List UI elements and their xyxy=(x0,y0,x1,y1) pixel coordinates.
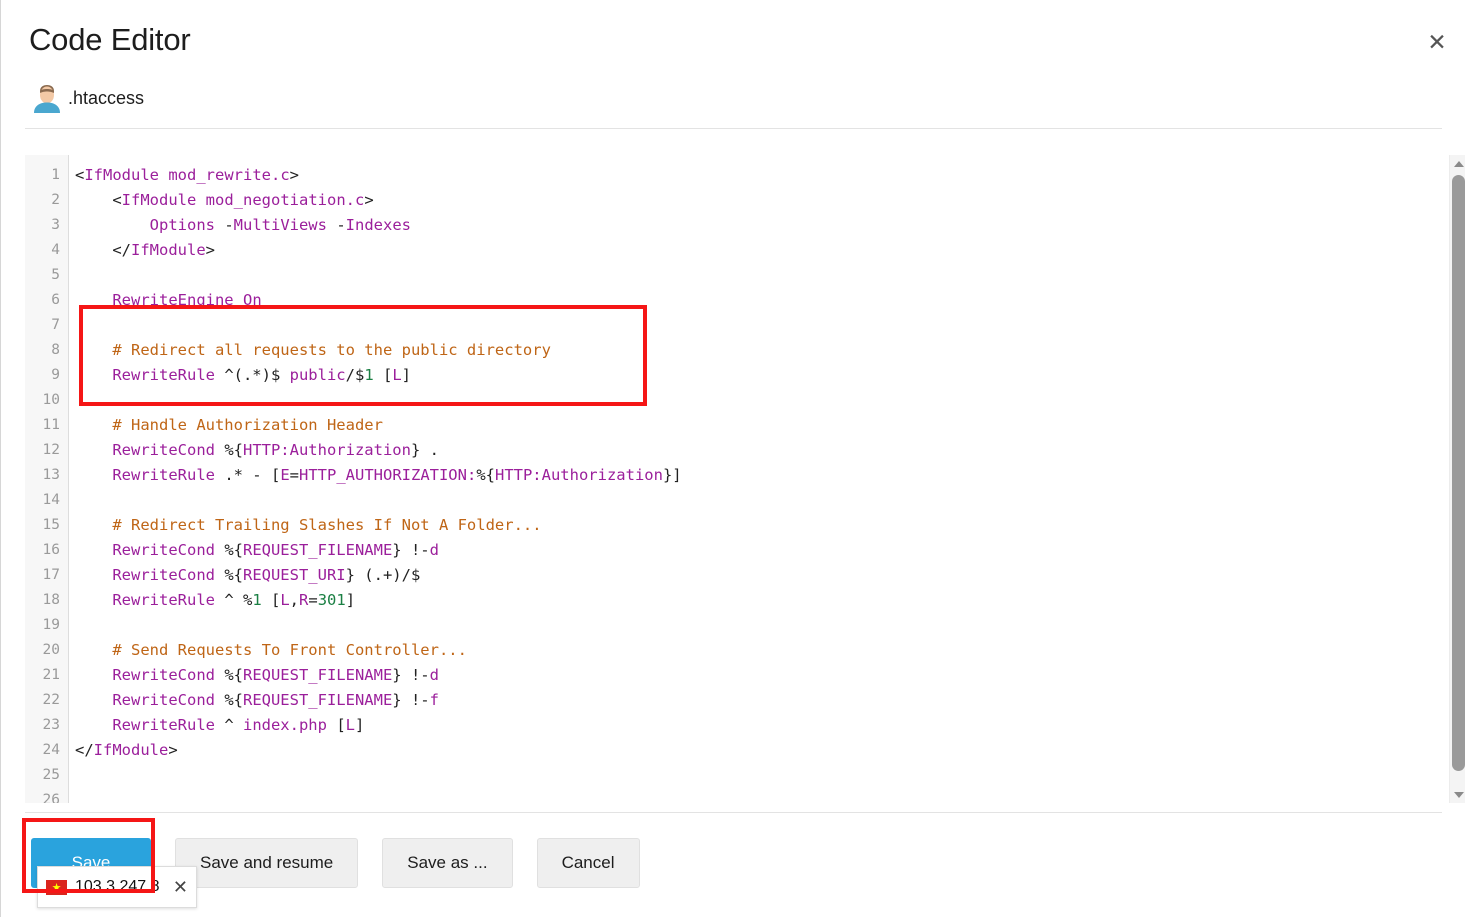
cancel-button[interactable]: Cancel xyxy=(537,838,640,888)
line-number-gutter: 1234567891011121314151617181920212223242… xyxy=(25,155,69,803)
line-number: 1 xyxy=(25,163,68,188)
line-number: 17 xyxy=(25,563,68,588)
line-number: 21 xyxy=(25,663,68,688)
line-number: 25 xyxy=(25,763,68,788)
line-number: 23 xyxy=(25,713,68,738)
line-number: 14 xyxy=(25,488,68,513)
code-line: <IfModule mod_negotiation.c> xyxy=(75,188,1445,213)
line-number: 3 xyxy=(25,213,68,238)
code-line xyxy=(75,763,1445,788)
line-number: 24 xyxy=(25,738,68,763)
line-number: 12 xyxy=(25,438,68,463)
footer-divider xyxy=(25,812,1442,813)
line-number: 18 xyxy=(25,588,68,613)
code-line: # Handle Authorization Header xyxy=(75,413,1445,438)
close-icon[interactable]: ✕ xyxy=(1420,26,1454,60)
code-line: RewriteRule ^ %1 [L,R=301] xyxy=(75,588,1445,613)
code-line: RewriteCond %{REQUEST_FILENAME} !-f xyxy=(75,688,1445,713)
line-number: 16 xyxy=(25,538,68,563)
line-number: 26 xyxy=(25,788,68,803)
code-line: RewriteRule ^ index.php [L] xyxy=(75,713,1445,738)
page-title: Code Editor xyxy=(29,22,191,58)
save-as-button[interactable]: Save as ... xyxy=(382,838,512,888)
code-line: RewriteRule ^(.*)$ public/$1 [L] xyxy=(75,363,1445,388)
line-number: 15 xyxy=(25,513,68,538)
vertical-scrollbar[interactable] xyxy=(1449,155,1465,803)
line-number: 10 xyxy=(25,388,68,413)
line-number: 22 xyxy=(25,688,68,713)
user-avatar-icon xyxy=(29,80,65,116)
code-line: RewriteEngine On xyxy=(75,288,1445,313)
close-icon[interactable]: ✕ xyxy=(173,877,188,898)
save-and-resume-button[interactable]: Save and resume xyxy=(175,838,358,888)
code-line: RewriteCond %{HTTP:Authorization} . xyxy=(75,438,1445,463)
code-line xyxy=(75,613,1445,638)
code-content[interactable]: <IfModule mod_rewrite.c> <IfModule mod_n… xyxy=(69,155,1445,803)
line-number: 11 xyxy=(25,413,68,438)
line-number: 8 xyxy=(25,338,68,363)
code-line: # Redirect all requests to the public di… xyxy=(75,338,1445,363)
code-line: RewriteCond %{REQUEST_FILENAME} !-d xyxy=(75,538,1445,563)
dialog-footer: Save Save and resume Save as ... Cancel xyxy=(1,812,1465,917)
code-line xyxy=(75,388,1445,413)
code-editor-dialog: Code Editor .htaccess ✕ 1234567891011121… xyxy=(0,0,1465,917)
code-line xyxy=(75,263,1445,288)
line-number: 20 xyxy=(25,638,68,663)
code-line: RewriteCond %{REQUEST_URI} (.+)/$ xyxy=(75,563,1445,588)
code-editor-area[interactable]: 1234567891011121314151617181920212223242… xyxy=(25,155,1465,803)
chevron-down-icon[interactable] xyxy=(1450,786,1465,803)
code-line: </IfModule> xyxy=(75,238,1445,263)
vietnam-flag-icon: ★ xyxy=(46,880,67,895)
code-line xyxy=(75,488,1445,513)
code-line: </IfModule> xyxy=(75,738,1445,763)
line-number: 4 xyxy=(25,238,68,263)
code-line: # Send Requests To Front Controller... xyxy=(75,638,1445,663)
code-line: RewriteCond %{REQUEST_FILENAME} !-d xyxy=(75,663,1445,688)
line-number: 7 xyxy=(25,313,68,338)
dialog-header: Code Editor .htaccess ✕ xyxy=(1,0,1465,130)
line-number: 13 xyxy=(25,463,68,488)
code-scroll-container[interactable]: 1234567891011121314151617181920212223242… xyxy=(25,155,1445,803)
ip-address-label: 103.3.247.8 xyxy=(75,878,167,896)
line-number: 19 xyxy=(25,613,68,638)
code-line: # Redirect Trailing Slashes If Not A Fol… xyxy=(75,513,1445,538)
file-name-label: .htaccess xyxy=(68,88,144,109)
line-number: 9 xyxy=(25,363,68,388)
code-line: Options -MultiViews -Indexes xyxy=(75,213,1445,238)
code-line xyxy=(75,788,1445,803)
chevron-up-icon[interactable] xyxy=(1450,155,1465,172)
header-divider xyxy=(25,128,1442,129)
code-line: RewriteRule .* - [E=HTTP_AUTHORIZATION:%… xyxy=(75,463,1445,488)
scrollbar-thumb[interactable] xyxy=(1452,175,1465,771)
line-number: 5 xyxy=(25,263,68,288)
ip-address-popup[interactable]: ★ 103.3.247.8 ✕ xyxy=(37,866,197,908)
file-info-row: .htaccess xyxy=(29,80,144,116)
code-line xyxy=(75,313,1445,338)
code-line: <IfModule mod_rewrite.c> xyxy=(75,163,1445,188)
line-number: 6 xyxy=(25,288,68,313)
line-number: 2 xyxy=(25,188,68,213)
